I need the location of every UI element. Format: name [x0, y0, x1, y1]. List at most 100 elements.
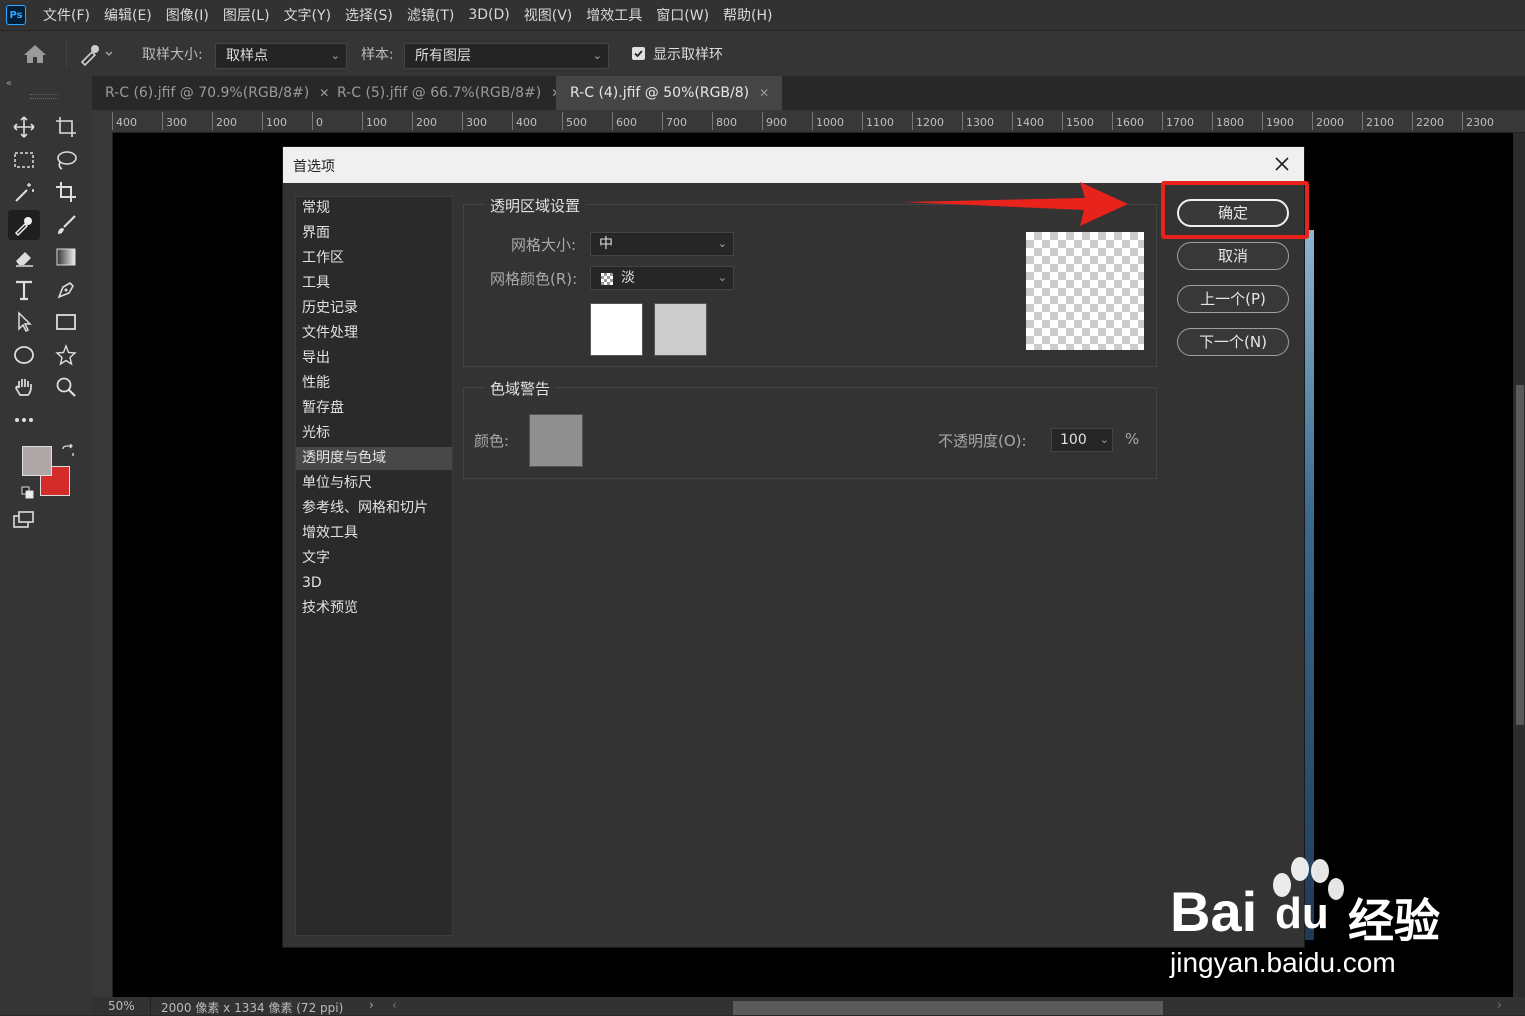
menu-type[interactable]: 文字(Y)	[277, 5, 338, 25]
menu-plugins[interactable]: 增效工具	[579, 5, 649, 25]
eyedropper-preset-icon[interactable]	[78, 42, 113, 70]
nav-item-general[interactable]: 常规	[302, 197, 330, 220]
marquee-tool-icon[interactable]	[8, 145, 40, 175]
tab-label: R-C (6).jfif @ 70.9%(RGB/8#)	[105, 85, 310, 101]
chevron-down-icon: ⌄	[592, 49, 602, 62]
crop-tool-icon[interactable]	[50, 177, 82, 207]
panel-grip[interactable]	[30, 94, 58, 99]
ruler-tick: 1200	[912, 112, 944, 130]
prev-button[interactable]: 上一个(P)	[1177, 285, 1289, 313]
nav-item-transparency-gamut[interactable]: 透明度与色域	[296, 447, 452, 470]
next-button[interactable]: 下一个(N)	[1177, 328, 1289, 356]
ruler-tick: 2200	[1412, 112, 1444, 130]
preferences-dialog: 首选项 常规 界面 工作区 工具 历史记录 文件处理 导出 性能 暂存盘 光标 …	[283, 147, 1304, 947]
gamut-color-swatch[interactable]	[529, 414, 583, 467]
close-icon[interactable]	[1274, 153, 1290, 177]
home-icon[interactable]	[22, 43, 48, 69]
ruler-tick: 2300	[1462, 112, 1494, 130]
menu-window[interactable]: 窗口(W)	[649, 5, 716, 25]
custom-shape-tool-icon[interactable]	[50, 340, 82, 370]
nav-item-units-rulers[interactable]: 单位与标尺	[302, 472, 372, 495]
nav-item-workspace[interactable]: 工作区	[302, 247, 344, 270]
ruler-tick: 0	[312, 112, 323, 130]
ellipse-tool-icon[interactable]	[8, 340, 40, 370]
rectangle-tool-icon[interactable]	[50, 307, 82, 337]
menu-file[interactable]: 文件(F)	[36, 5, 97, 25]
horizontal-scrollbar-thumb[interactable]	[733, 1001, 1163, 1015]
menu-edit[interactable]: 编辑(E)	[97, 5, 159, 25]
nav-item-plugins[interactable]: 增效工具	[302, 522, 358, 545]
grid-color-swatch-2[interactable]	[654, 303, 707, 356]
nav-item-guides-grid-slices[interactable]: 参考线、网格和切片	[302, 497, 428, 520]
path-selection-tool-icon[interactable]	[8, 307, 40, 337]
magic-wand-tool-icon[interactable]	[8, 177, 40, 207]
document-tab[interactable]: R-C (6).jfif @ 70.9%(RGB/8#) ✕	[92, 76, 337, 110]
document-tab[interactable]: R-C (5).jfif @ 66.7%(RGB/8#)✕	[324, 76, 569, 110]
vertical-scrollbar-thumb[interactable]	[1516, 385, 1524, 725]
ruler-tick: 700	[662, 112, 687, 130]
menu-image[interactable]: 图像(I)	[159, 5, 216, 25]
brush-tool-icon[interactable]	[50, 210, 82, 240]
menu-layer[interactable]: 图层(L)	[216, 5, 277, 25]
nav-item-tech-preview[interactable]: 技术预览	[302, 597, 358, 620]
swap-colors-icon[interactable]	[61, 443, 75, 462]
grid-color-swatch-1[interactable]	[590, 303, 643, 356]
screen-mode-icon[interactable]	[8, 506, 40, 536]
sample-select[interactable]: 所有图层 ⌄	[404, 43, 609, 69]
menu-filter[interactable]: 滤镜(T)	[400, 5, 461, 25]
collapse-panel-icon[interactable]: «	[6, 78, 12, 89]
ruler-tick: 100	[262, 112, 287, 130]
close-icon[interactable]: ✕	[759, 86, 769, 100]
transparency-preview	[1026, 232, 1144, 350]
default-colors-icon[interactable]	[21, 486, 35, 504]
cancel-button[interactable]: 取消	[1177, 242, 1289, 270]
scroll-right-icon[interactable]: ›	[1497, 998, 1502, 1012]
zoom-level[interactable]: 50%	[108, 999, 135, 1013]
move-tool-icon[interactable]	[8, 112, 40, 142]
sample-size-select[interactable]: 取样点 ⌄	[215, 43, 347, 69]
sample-size-label: 取样大小:	[142, 47, 203, 63]
nav-item-history[interactable]: 历史记录	[302, 297, 358, 320]
foreground-color-swatch[interactable]	[22, 446, 52, 476]
nav-item-cursors[interactable]: 光标	[302, 422, 330, 445]
lasso-tool-icon[interactable]	[50, 145, 82, 175]
hand-tool-icon[interactable]	[8, 372, 40, 402]
artboard-tool-icon[interactable]	[50, 112, 82, 142]
dialog-titlebar[interactable]: 首选项	[283, 147, 1304, 183]
nav-item-file-handling[interactable]: 文件处理	[302, 322, 358, 345]
chevron-right-icon[interactable]: ›	[369, 998, 374, 1012]
show-ring-label: 显示取样环	[653, 47, 723, 63]
eraser-tool-icon[interactable]	[8, 242, 40, 272]
tools-panel: «	[0, 76, 93, 1015]
eyedropper-tool-icon[interactable]	[8, 210, 40, 240]
nav-item-type[interactable]: 文字	[302, 547, 330, 570]
chevron-down-icon[interactable]: ⌄	[1100, 429, 1109, 451]
nav-item-interface[interactable]: 界面	[302, 222, 330, 245]
nav-item-tools[interactable]: 工具	[302, 272, 330, 295]
chevron-down-icon: ⌄	[330, 49, 340, 62]
type-tool-icon[interactable]	[8, 275, 40, 305]
menu-3d[interactable]: 3D(D)	[461, 7, 516, 23]
nav-item-scratch-disks[interactable]: 暂存盘	[302, 397, 344, 420]
grid-size-select[interactable]: 中 ⌄	[590, 232, 734, 256]
ruler-tick: 1100	[862, 112, 894, 130]
zoom-tool-icon[interactable]	[50, 372, 82, 402]
sample-size-value: 取样点	[226, 48, 268, 64]
nav-item-export[interactable]: 导出	[302, 347, 330, 370]
more-tools-icon[interactable]	[8, 405, 40, 435]
vertical-ruler	[92, 132, 113, 997]
scroll-left-icon[interactable]: ‹	[392, 998, 397, 1012]
show-ring-checkbox[interactable]	[632, 47, 645, 60]
grid-color-select[interactable]: 淡 ⌄	[590, 266, 734, 290]
nav-item-performance[interactable]: 性能	[302, 372, 330, 395]
ruler-tick: 1700	[1162, 112, 1194, 130]
nav-item-3d[interactable]: 3D	[302, 572, 322, 595]
gradient-tool-icon[interactable]	[50, 242, 82, 272]
menu-view[interactable]: 视图(V)	[517, 5, 580, 25]
document-tab-active[interactable]: R-C (4).jfif @ 50%(RGB/8) ✕	[556, 76, 782, 110]
menu-select[interactable]: 选择(S)	[338, 5, 400, 25]
opacity-input[interactable]: 100 ⌄	[1051, 428, 1113, 452]
pen-tool-icon[interactable]	[50, 275, 82, 305]
ruler-tick: 600	[612, 112, 637, 130]
menu-help[interactable]: 帮助(H)	[716, 5, 779, 25]
